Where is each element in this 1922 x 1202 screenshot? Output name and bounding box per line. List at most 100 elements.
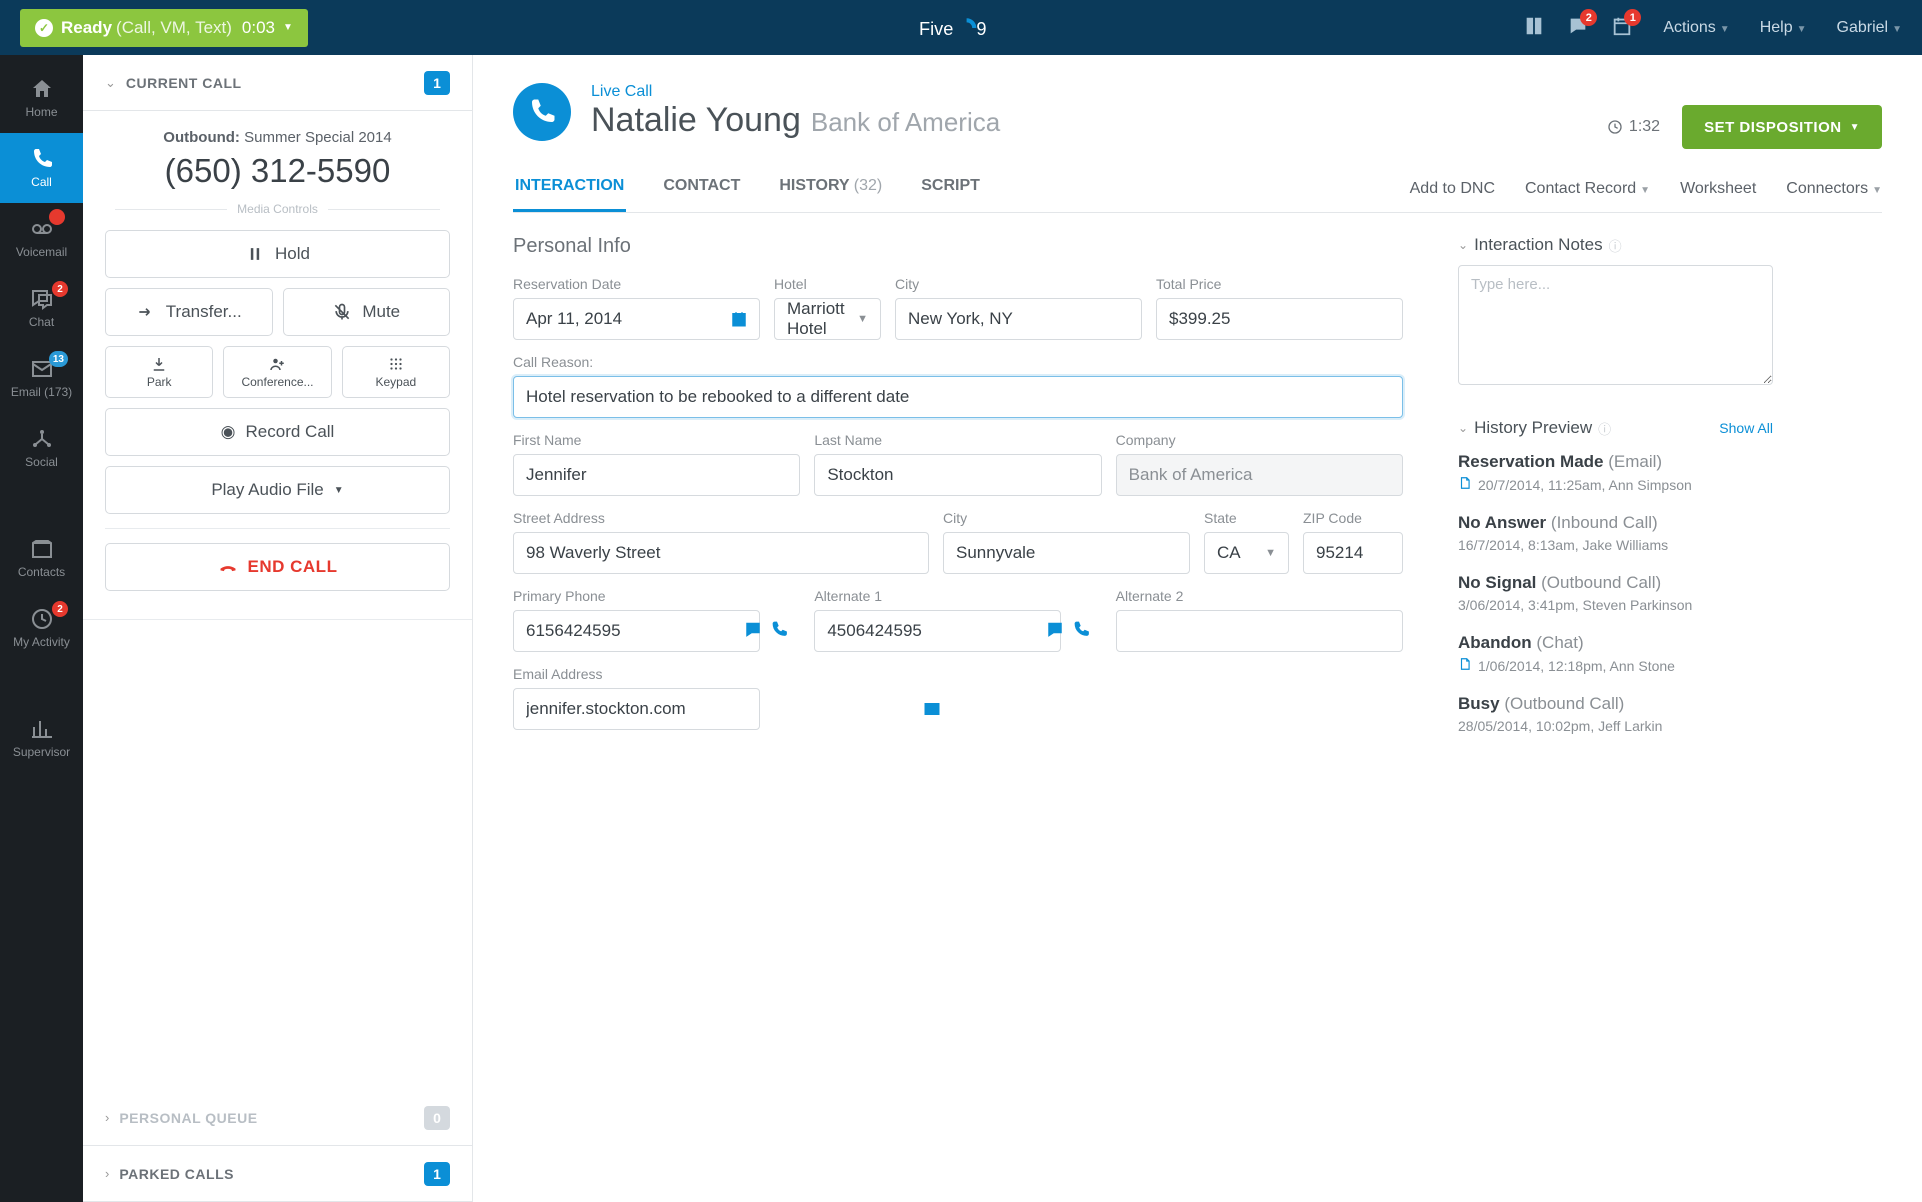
tab-contact[interactable]: CONTACT (661, 177, 742, 212)
contact-record-link[interactable]: Contact Record▼ (1525, 180, 1650, 198)
interaction-notes-title[interactable]: ⌄Interaction Notesⓘ (1458, 235, 1773, 255)
alt1-input[interactable] (814, 610, 1061, 652)
reservation-date-label: Reservation Date (513, 276, 760, 292)
book-icon[interactable] (1523, 15, 1545, 40)
tab-history[interactable]: HISTORY (32) (777, 177, 884, 212)
hotel-select[interactable]: Marriott Hotel▼ (774, 298, 881, 340)
phone-avatar-icon (513, 83, 571, 141)
calendar-icon[interactable] (730, 310, 748, 328)
alt2-input[interactable] (1116, 610, 1403, 652)
accordion-personal-queue[interactable]: › PERSONAL QUEUE 0 (83, 1090, 472, 1146)
accordion-current-call[interactable]: ⌄ CURRENT CALL 1 (83, 55, 472, 111)
first-name-input[interactable] (513, 454, 800, 496)
tab-actions: Add to DNC Contact Record▼ Worksheet Con… (1410, 180, 1882, 210)
rail-activity[interactable]: My Activity2 (0, 593, 83, 663)
actions-menu[interactable]: Actions▼ (1663, 19, 1729, 37)
interaction-notes-textarea[interactable] (1458, 265, 1773, 385)
last-name-input[interactable] (814, 454, 1101, 496)
personal-queue-count: 0 (424, 1106, 450, 1130)
history-list: Reservation Made (Email)20/7/2014, 11:25… (1458, 452, 1773, 734)
play-audio-button[interactable]: Play Audio File▼ (105, 466, 450, 514)
conference-button[interactable]: Conference... (223, 346, 331, 398)
keypad-button[interactable]: Keypad (342, 346, 450, 398)
history-item-title: Abandon (1458, 633, 1532, 652)
rail-voicemail[interactable]: Voicemail (0, 203, 83, 273)
rail-contacts[interactable]: Contacts (0, 523, 83, 593)
alt2-label: Alternate 2 (1116, 588, 1403, 604)
history-item[interactable]: Busy (Outbound Call)28/05/2014, 10:02pm,… (1458, 694, 1773, 734)
reservation-date-input[interactable] (513, 298, 760, 340)
history-item[interactable]: No Signal (Outbound Call)3/06/2014, 3:41… (1458, 573, 1773, 613)
envelope-icon[interactable] (923, 700, 941, 718)
accordion-parked-calls[interactable]: › PARKED CALLS 1 (83, 1146, 472, 1202)
rail-supervisor[interactable]: Supervisor (0, 703, 83, 773)
company-label: Company (1116, 432, 1403, 448)
info-icon: ⓘ (1609, 236, 1622, 255)
campaign-label: Outbound: Summer Special 2014 (105, 129, 450, 146)
street-input[interactable] (513, 532, 929, 574)
chat-notification-icon[interactable]: 2 (1567, 15, 1589, 40)
chat-badge: 2 (1580, 9, 1597, 26)
phone-icon[interactable] (1072, 621, 1090, 642)
contact-name: Natalie Young (591, 101, 801, 139)
end-call-button[interactable]: END CALL (105, 543, 450, 591)
company-input[interactable] (1116, 454, 1403, 496)
history-item[interactable]: Reservation Made (Email)20/7/2014, 11:25… (1458, 452, 1773, 493)
interaction-form: Personal Info Reservation Date Hotel Mar… (513, 235, 1403, 754)
history-item[interactable]: No Answer (Inbound Call)16/7/2014, 8:13a… (1458, 513, 1773, 553)
caret-down-icon: ▼ (1720, 24, 1730, 35)
side-column: ⌄Interaction Notesⓘ ⌄History Previewⓘ Sh… (1458, 235, 1773, 754)
help-menu[interactable]: Help▼ (1760, 19, 1807, 37)
rail-call[interactable]: Call (0, 133, 83, 203)
sms-icon[interactable] (744, 621, 762, 642)
rail-email[interactable]: Email (173)13 (0, 343, 83, 413)
main-header-right: 1:32 SET DISPOSITION▼ (1607, 105, 1882, 149)
zip-input[interactable] (1303, 532, 1403, 574)
call-reason-input[interactable] (513, 376, 1403, 418)
rail-social[interactable]: Social (0, 413, 83, 483)
city-input[interactable] (895, 298, 1142, 340)
info-icon: ⓘ (1598, 419, 1611, 438)
tab-script[interactable]: SCRIPT (919, 177, 982, 212)
show-all-link[interactable]: Show All (1719, 420, 1773, 436)
set-disposition-button[interactable]: SET DISPOSITION▼ (1682, 105, 1882, 149)
user-menu[interactable]: Gabriel▼ (1837, 19, 1902, 37)
phone-icon[interactable] (770, 621, 788, 642)
agent-status-pill[interactable]: ✓ Ready (Call, VM, Text) 0:03 ▼ (20, 9, 308, 47)
add-to-dnc-link[interactable]: Add to DNC (1410, 180, 1495, 198)
tab-interaction[interactable]: INTERACTION (513, 177, 626, 212)
city2-label: City (943, 510, 1190, 526)
history-item[interactable]: Abandon (Chat)1/06/2014, 12:18pm, Ann St… (1458, 633, 1773, 674)
total-price-input[interactable] (1156, 298, 1403, 340)
worksheet-link[interactable]: Worksheet (1680, 180, 1756, 198)
mute-button[interactable]: Mute (283, 288, 451, 336)
rail-chat[interactable]: Chat2 (0, 273, 83, 343)
record-button[interactable]: ◉Record Call (105, 408, 450, 456)
primary-phone-input[interactable] (513, 610, 760, 652)
rail-home[interactable]: Home (0, 63, 83, 133)
hold-button[interactable]: Hold (105, 230, 450, 278)
state-select[interactable]: CA▼ (1204, 532, 1289, 574)
history-item-type: (Inbound Call) (1551, 513, 1658, 532)
chevron-down-icon: ⌄ (1458, 421, 1468, 435)
sms-icon[interactable] (1046, 621, 1064, 642)
park-button[interactable]: Park (105, 346, 213, 398)
caret-down-icon: ▼ (1265, 547, 1276, 559)
connectors-link[interactable]: Connectors▼ (1786, 180, 1882, 198)
state-label: State (1204, 510, 1289, 526)
transfer-button[interactable]: Transfer... (105, 288, 273, 336)
email-label: Email Address (513, 666, 953, 682)
call-timer: 1:32 (1607, 118, 1660, 136)
caret-down-icon: ▼ (1892, 24, 1902, 35)
email-input[interactable] (513, 688, 760, 730)
history-preview-title[interactable]: ⌄History Previewⓘ (1458, 418, 1611, 438)
contact-company: Bank of America (811, 107, 1000, 137)
top-notification-icons: 2 1 (1523, 15, 1633, 40)
chevron-down-icon: ⌄ (1458, 238, 1468, 252)
last-name-label: Last Name (814, 432, 1101, 448)
calendar-notification-icon[interactable]: 1 (1611, 15, 1633, 40)
caret-down-icon: ▼ (334, 485, 344, 496)
city2-input[interactable] (943, 532, 1190, 574)
parked-calls-count: 1 (424, 1162, 450, 1186)
history-item-title: Reservation Made (1458, 452, 1604, 471)
